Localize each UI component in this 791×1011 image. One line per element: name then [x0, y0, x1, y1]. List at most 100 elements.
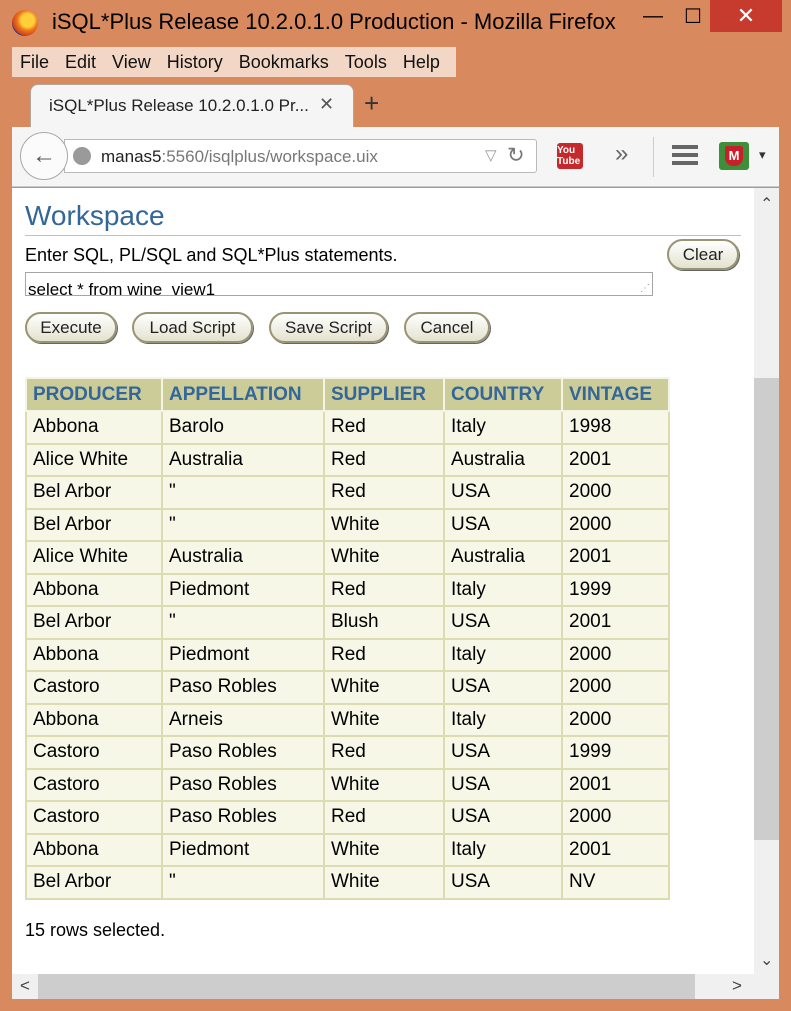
table-cell: Red — [323, 637, 445, 672]
url-bar[interactable]: manas5:5560/isqlplus/workspace.uix ▽ ↻ — [64, 139, 537, 173]
window-bottom-border — [0, 999, 791, 1011]
table-cell: 2001 — [561, 832, 670, 867]
execute-button[interactable]: Execute — [25, 312, 117, 343]
table-row: Castoro Paso Robles Red USA 2000 — [25, 800, 670, 835]
horizontal-scroll-thumb[interactable] — [38, 974, 695, 999]
table-row: Bel Arbor " White USA NV — [25, 865, 670, 900]
table-cell: Bel Arbor — [25, 507, 163, 542]
table-cell: Abbona — [25, 832, 163, 867]
table-cell: Paso Robles — [161, 767, 325, 802]
table-row: Bel Arbor " Red USA 2000 — [25, 475, 670, 510]
table-cell: 2000 — [561, 702, 670, 737]
table-cell: Red — [323, 572, 445, 607]
load-script-button[interactable]: Load Script — [132, 312, 253, 343]
table-cell: " — [161, 605, 325, 640]
rows-selected-message: 15 rows selected. — [25, 920, 166, 940]
table-cell: Australia — [443, 540, 563, 575]
column-header-vintage: VINTAGE — [561, 377, 670, 412]
back-arrow-icon: ← — [32, 142, 56, 169]
table-cell: Italy — [443, 410, 563, 445]
sql-input[interactable]: select * from wine_view1 ⋰ — [25, 272, 653, 296]
toolbar-separator — [653, 137, 654, 177]
menu-view[interactable]: View — [104, 52, 159, 73]
clear-button[interactable]: Clear — [667, 239, 739, 270]
resize-grip-icon[interactable]: ⋰ — [640, 283, 650, 294]
mcafee-dropdown-icon[interactable]: ▾ — [759, 147, 766, 163]
hamburger-menu-icon[interactable] — [672, 145, 698, 165]
table-cell: White — [323, 540, 445, 575]
table-cell: USA — [443, 800, 563, 835]
minimize-button[interactable]: — — [630, 0, 676, 32]
vertical-scrollbar[interactable]: ⌃ ⌄ — [754, 188, 779, 974]
menu-edit[interactable]: Edit — [57, 52, 104, 73]
scroll-up-icon[interactable]: ⌃ — [760, 194, 773, 214]
back-button[interactable]: ← — [20, 132, 68, 180]
table-cell: Piedmont — [161, 832, 325, 867]
url-host: manas5 — [101, 147, 162, 166]
menu-history[interactable]: History — [159, 52, 231, 73]
toolbar-overflow-icon[interactable]: » — [615, 140, 628, 168]
window-title: iSQL*Plus Release 10.2.0.1.0 Production … — [52, 9, 616, 34]
table-cell: 1999 — [561, 735, 670, 770]
vertical-scroll-thumb[interactable] — [754, 378, 779, 840]
menu-file[interactable]: File — [12, 52, 57, 73]
horizontal-scrollbar[interactable]: < > — [12, 974, 779, 999]
table-cell: Castoro — [25, 800, 163, 835]
menu-help[interactable]: Help — [395, 52, 448, 73]
table-cell: USA — [443, 865, 563, 900]
table-cell: USA — [443, 605, 563, 640]
table-cell: USA — [443, 475, 563, 510]
table-cell: Abbona — [25, 572, 163, 607]
menu-bookmarks[interactable]: Bookmarks — [231, 52, 337, 73]
table-row: Castoro Paso Robles White USA 2001 — [25, 767, 670, 802]
url-dropdown-icon[interactable]: ▽ — [485, 146, 497, 164]
table-cell: Red — [323, 800, 445, 835]
table-cell: Abbona — [25, 410, 163, 445]
table-cell: 2000 — [561, 800, 670, 835]
reload-icon[interactable]: ↻ — [507, 143, 525, 168]
youtube-extension-icon[interactable]: You Tube — [557, 143, 583, 169]
youtube-label: You Tube — [557, 145, 581, 167]
save-script-button[interactable]: Save Script — [269, 312, 388, 343]
new-tab-button[interactable]: + — [364, 88, 379, 119]
table-cell: Abbona — [25, 637, 163, 672]
table-cell: Blush — [323, 605, 445, 640]
table-header-row: PRODUCER APPELLATION SUPPLIER COUNTRY VI… — [25, 377, 670, 412]
table-cell: USA — [443, 767, 563, 802]
sql-input-text: select * from wine_view1 — [28, 280, 216, 296]
table-row: Castoro Paso Robles White USA 2000 — [25, 670, 670, 705]
cancel-button[interactable]: Cancel — [404, 312, 490, 343]
table-cell: 2000 — [561, 637, 670, 672]
menu-tools[interactable]: Tools — [337, 52, 395, 73]
navigation-toolbar: manas5:5560/isqlplus/workspace.uix ▽ ↻ ←… — [12, 127, 779, 187]
table-cell: Italy — [443, 572, 563, 607]
scroll-down-icon[interactable]: ⌄ — [760, 950, 773, 970]
table-row: Abbona Barolo Red Italy 1998 — [25, 410, 670, 445]
scroll-right-icon[interactable]: > — [732, 976, 742, 996]
table-row: Abbona Piedmont White Italy 2001 — [25, 832, 670, 867]
close-window-button[interactable]: ✕ — [710, 0, 782, 32]
table-cell: White — [323, 507, 445, 542]
browser-tab[interactable]: iSQL*Plus Release 10.2.0.1.0 Pr... ✕ — [30, 84, 354, 128]
scroll-left-icon[interactable]: < — [20, 976, 30, 996]
table-cell: Red — [323, 475, 445, 510]
table-cell: Red — [323, 442, 445, 477]
table-cell: 2000 — [561, 670, 670, 705]
maximize-button[interactable]: ☐ — [676, 0, 710, 32]
page-content: Workspace Enter SQL, PL/SQL and SQL*Plus… — [12, 188, 754, 974]
instructions-text: Enter SQL, PL/SQL and SQL*Plus statement… — [25, 245, 398, 265]
table-cell: Alice White — [25, 540, 163, 575]
table-cell: White — [323, 702, 445, 737]
page-title: Workspace — [25, 200, 165, 231]
table-cell: Castoro — [25, 767, 163, 802]
table-cell: Castoro — [25, 735, 163, 770]
globe-icon — [73, 147, 91, 165]
table-cell: Australia — [161, 442, 325, 477]
table-cell: Australia — [161, 540, 325, 575]
table-cell: Italy — [443, 832, 563, 867]
mcafee-extension-icon[interactable] — [719, 142, 749, 170]
table-cell: 1999 — [561, 572, 670, 607]
table-cell: 2001 — [561, 540, 670, 575]
table-cell: Barolo — [161, 410, 325, 445]
tab-close-icon[interactable]: ✕ — [319, 94, 334, 115]
